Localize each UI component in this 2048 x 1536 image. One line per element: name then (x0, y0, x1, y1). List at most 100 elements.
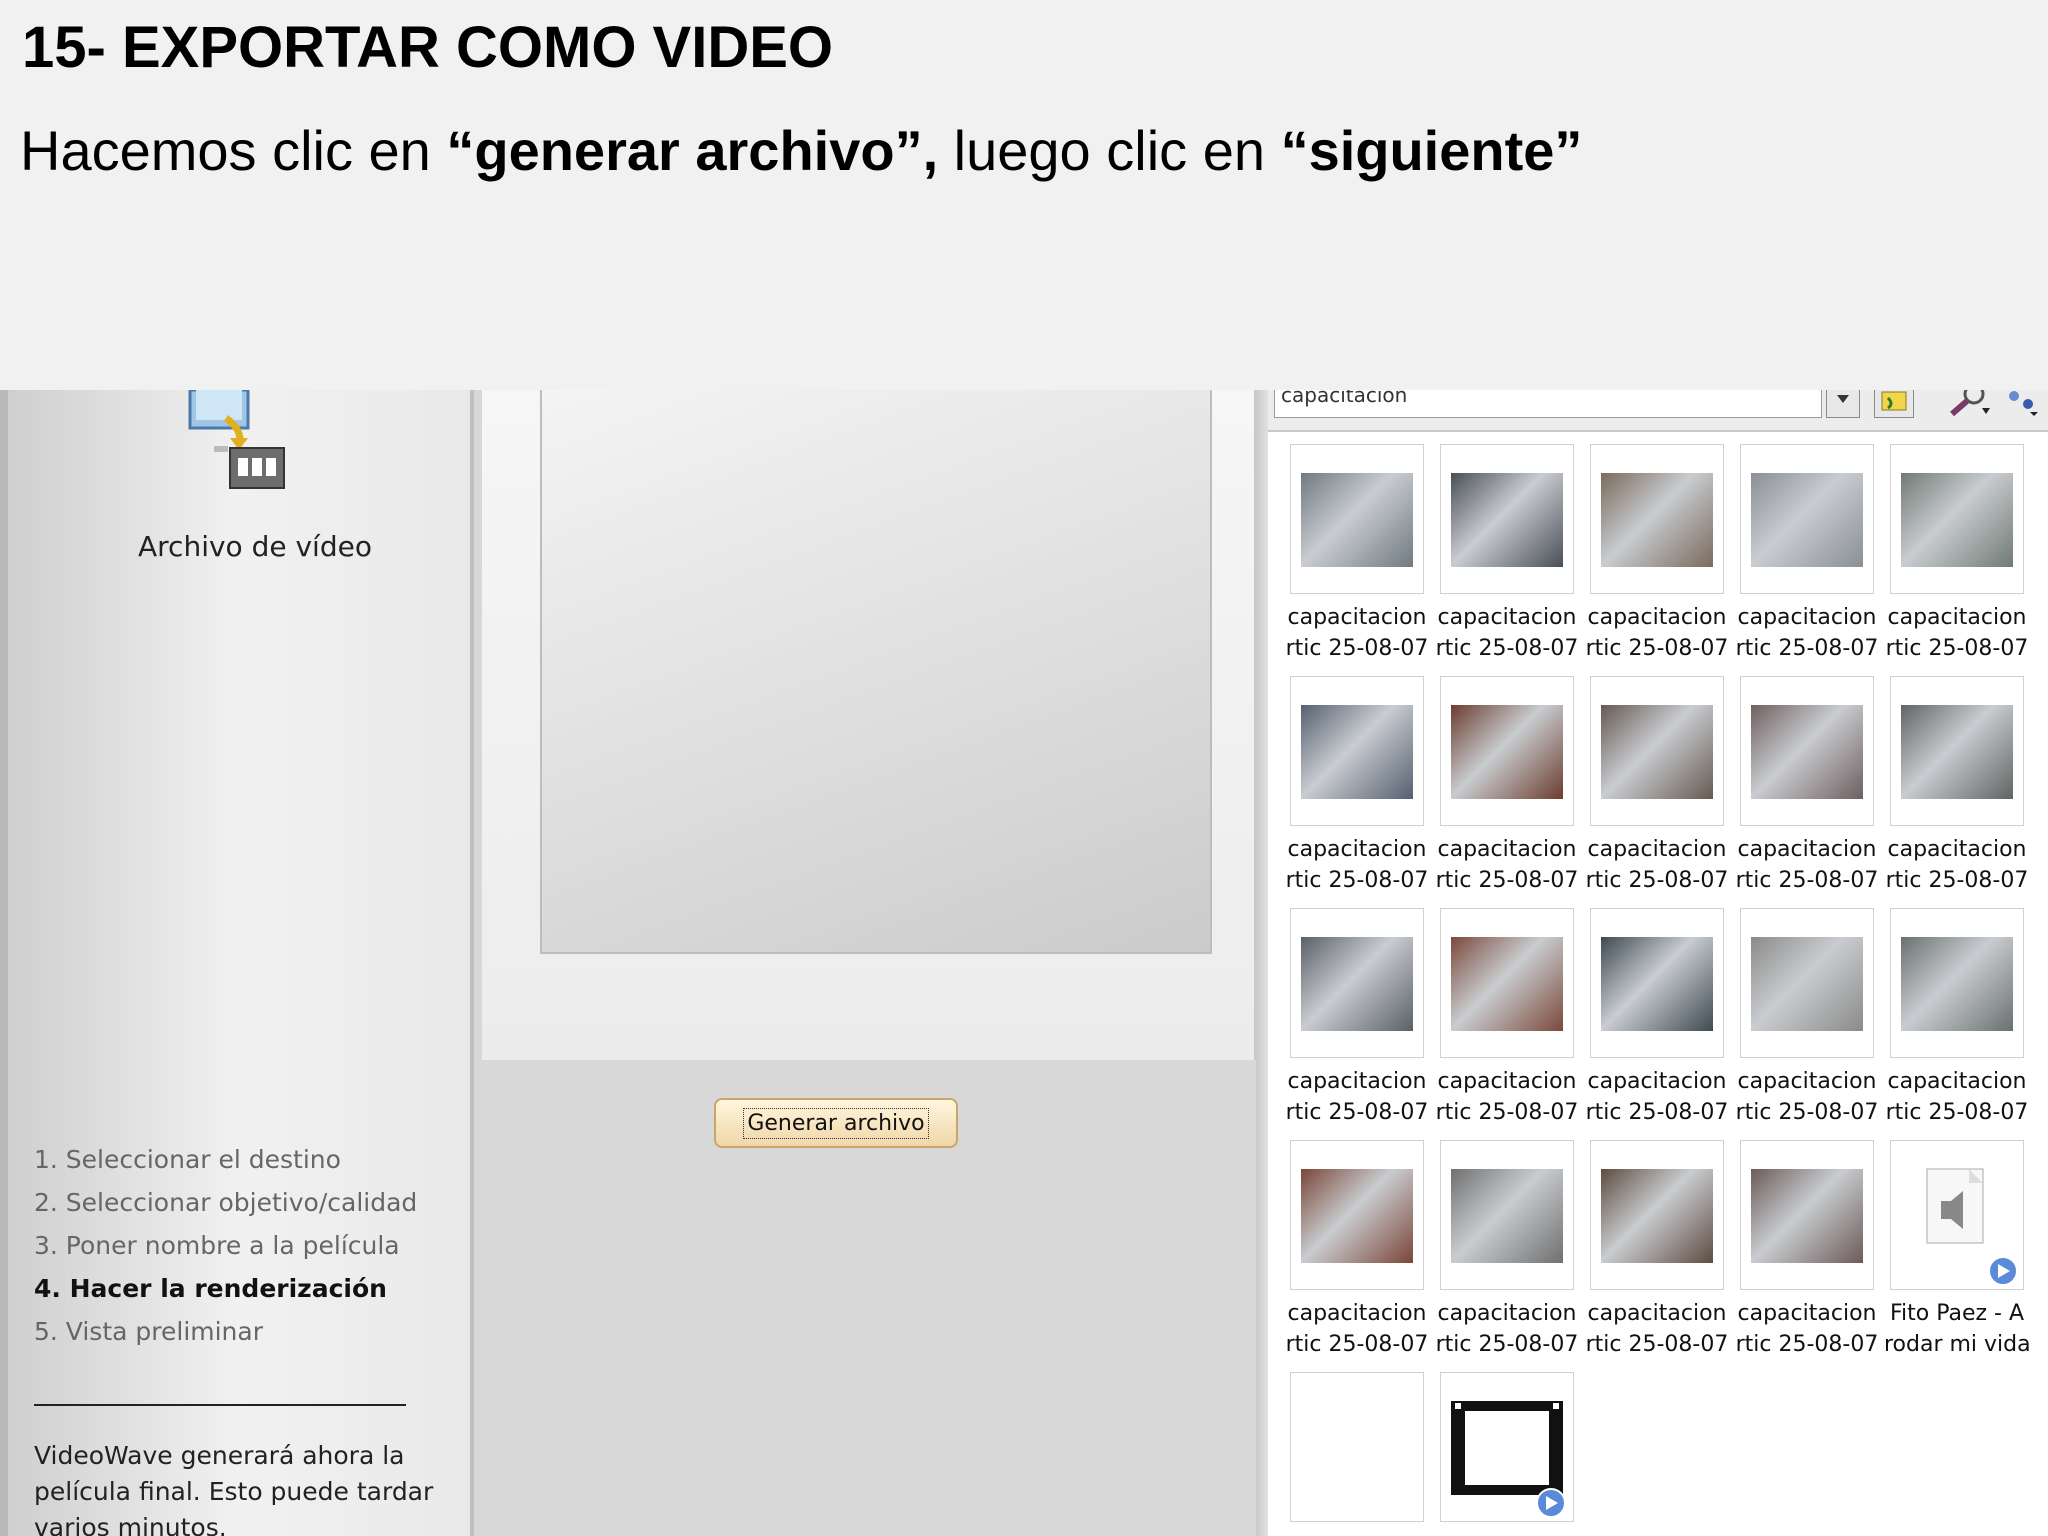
caption-line-2: rtic 25-08-07 (1585, 868, 1729, 893)
photo-thumbnail (1601, 705, 1713, 799)
dropdown-button[interactable] (1826, 390, 1860, 418)
video-file-icon[interactable] (186, 390, 296, 495)
thumbnail-frame (1740, 908, 1874, 1058)
media-thumbnail[interactable]: capacitacion rtic 25-08-07 (1286, 908, 1428, 1132)
thumbnail-frame (1740, 1140, 1874, 1290)
media-library-panel: capacitacion capacitacion rtic 25-08-07 ca… (1268, 390, 2048, 1536)
media-thumbnail[interactable]: capacitacion rtic 25-08-07 (1286, 444, 1428, 668)
caption-line-2: rtic 25-08-07 (1885, 636, 2029, 661)
library-folder-field[interactable]: capacitacion (1274, 390, 1822, 418)
caption-line-2: rtic 25-08-07 (1735, 1100, 1879, 1125)
step-render: 4. Hacer la renderización (34, 1274, 387, 1303)
media-thumbnail[interactable]: capacitacion rtic 25-08-07 (1286, 1140, 1428, 1364)
photo-thumbnail (1301, 473, 1413, 567)
thumbnail-caption: capacitacion rtic 25-08-07 (1434, 602, 1580, 664)
media-thumbnail[interactable]: capacitacion rtic 25-08-07 (1736, 444, 1878, 668)
media-thumbnail[interactable]: Fito Paez - A rodar mi vida (1884, 1140, 2031, 1364)
thumbnail-frame (1590, 908, 1724, 1058)
thumbnail-caption: capacitacion rtic 25-08-07 (1884, 1066, 2030, 1128)
media-thumbnail[interactable]: capacitacion rtic 25-08-07 (1586, 1140, 1728, 1364)
caption-line-1: capacitacion (1737, 1301, 1877, 1326)
search-button[interactable] (1940, 390, 1994, 418)
thumbnail-caption: capacitacion rtic 25-08-07 (1884, 834, 2030, 896)
photo-thumbnail (1751, 937, 1863, 1031)
preview-panel: Generar archivo (474, 390, 1264, 1536)
caption-line-2: rtic 25-08-07 (1585, 1332, 1729, 1357)
media-thumbnail[interactable]: capacitacion rtic 25-08-07 (1736, 676, 1878, 900)
caption-line-2: rtic 25-08-07 (1285, 868, 1429, 893)
media-thumbnail[interactable]: capacitacion rtic 25-08-07 (1886, 676, 2028, 900)
thumbnail-frame (1290, 444, 1424, 594)
step-name-movie: 3. Poner nombre a la película (34, 1231, 400, 1260)
window-edge (0, 390, 8, 1536)
slide-title: 15- EXPORTAR COMO VIDEO (22, 15, 834, 80)
media-thumbnail[interactable]: capacitacion rtic 25-08-07 (1586, 444, 1728, 668)
generate-file-button-label: Generar archivo (743, 1107, 929, 1139)
thumbnail-frame (1890, 676, 2024, 826)
thumbnail-caption: capacitacion rtic 25-08-07 (1584, 1066, 1730, 1128)
caption-line-2: rtic 25-08-07 (1285, 636, 1429, 661)
thumbnail-caption: capacitacion rtic 25-08-07 (1734, 602, 1880, 664)
thumbnail-frame (1740, 676, 1874, 826)
thumbnail-frame (1440, 676, 1574, 826)
media-thumbnail[interactable] (1440, 1372, 1574, 1536)
photo-thumbnail (1601, 473, 1713, 567)
photo-thumbnail (1751, 1169, 1863, 1263)
subtitle-emphasis-generate: “generar archivo”, (446, 119, 939, 182)
thumbnail-caption: capacitacion rtic 25-08-07 (1734, 834, 1880, 896)
caption-line-1: capacitacion (1287, 605, 1427, 630)
thumbnail-caption: Fito Paez - A rodar mi vida (1884, 1298, 2031, 1360)
caption-line-1: capacitacion (1437, 837, 1577, 862)
media-thumbnail-grid: capacitacion rtic 25-08-07 capacitacion rti… (1268, 432, 2048, 1536)
caption-line-1: capacitacion (1587, 1069, 1727, 1094)
thumbnail-caption: capacitacion rtic 25-08-07 (1884, 602, 2030, 664)
thumbnail-caption: capacitacion rtic 25-08-07 (1434, 1298, 1580, 1360)
media-thumbnail[interactable]: capacitacion rtic 25-08-07 (1736, 908, 1878, 1132)
preview-screen (540, 390, 1212, 954)
caption-line-1: capacitacion (1437, 1069, 1577, 1094)
caption-line-2: rtic 25-08-07 (1735, 636, 1879, 661)
media-thumbnail[interactable]: capacitacion rtic 25-08-07 (1286, 676, 1428, 900)
photo-thumbnail (1901, 473, 2013, 567)
caption-line-2: rtic 25-08-07 (1285, 1332, 1429, 1357)
thumbnail-caption: capacitacion rtic 25-08-07 (1284, 602, 1430, 664)
folder-button[interactable] (1874, 390, 1914, 418)
caption-line-1: capacitacion (1587, 1301, 1727, 1326)
caption-line-2: rtic 25-08-07 (1435, 868, 1579, 893)
video-clip-icon (1451, 1401, 1566, 1518)
caption-line-2: rodar mi vida (1884, 1332, 2031, 1357)
thumbnail-caption: capacitacion rtic 25-08-07 (1284, 1066, 1430, 1128)
options-button[interactable] (1998, 390, 2042, 418)
thumbnail-caption: capacitacion rtic 25-08-07 (1584, 1298, 1730, 1360)
media-thumbnail[interactable]: capacitacion rtic 25-08-07 (1886, 908, 2028, 1132)
photo-thumbnail (1451, 473, 1563, 567)
generate-file-button[interactable]: Generar archivo (714, 1098, 958, 1148)
caption-line-2: rtic 25-08-07 (1585, 1100, 1729, 1125)
caption-line-2: rtic 25-08-07 (1435, 1100, 1579, 1125)
caption-line-1: capacitacion (1737, 837, 1877, 862)
media-thumbnail[interactable] (1290, 1372, 1424, 1536)
thumbnail-caption: capacitacion rtic 25-08-07 (1284, 834, 1430, 896)
thumbnail-caption: capacitacion rtic 25-08-07 (1584, 834, 1730, 896)
media-thumbnail[interactable]: capacitacion rtic 25-08-07 (1436, 444, 1578, 668)
media-thumbnail[interactable]: capacitacion rtic 25-08-07 (1436, 1140, 1578, 1364)
media-thumbnail[interactable]: capacitacion rtic 25-08-07 (1736, 1140, 1878, 1364)
thumbnail-frame (1590, 676, 1724, 826)
photo-thumbnail (1901, 937, 2013, 1031)
thumbnail-caption: capacitacion rtic 25-08-07 (1284, 1298, 1430, 1360)
panel-splitter[interactable] (1256, 390, 1268, 1536)
media-thumbnail[interactable]: capacitacion rtic 25-08-07 (1436, 908, 1578, 1132)
media-thumbnail[interactable]: capacitacion rtic 25-08-07 (1436, 676, 1578, 900)
caption-line-1: capacitacion (1587, 837, 1727, 862)
media-thumbnail[interactable]: capacitacion rtic 25-08-07 (1586, 908, 1728, 1132)
media-thumbnail[interactable]: capacitacion rtic 25-08-07 (1886, 444, 2028, 668)
photo-thumbnail (1301, 705, 1413, 799)
preview-frame (482, 390, 1257, 1060)
caption-line-2: rtic 25-08-07 (1435, 636, 1579, 661)
caption-line-2: rtic 25-08-07 (1885, 868, 2029, 893)
video-file-label: Archivo de vídeo (138, 530, 372, 563)
step-preview: 5. Vista preliminar (34, 1317, 264, 1346)
photo-thumbnail (1301, 1169, 1413, 1263)
media-thumbnail[interactable]: capacitacion rtic 25-08-07 (1586, 676, 1728, 900)
divider-line (34, 1404, 406, 1406)
